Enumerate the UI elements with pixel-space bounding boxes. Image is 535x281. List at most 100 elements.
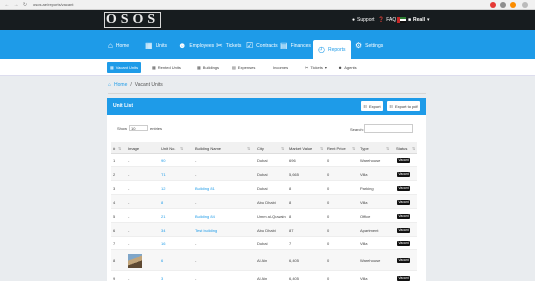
sort-icon[interactable]: ⇅ [247,146,250,151]
subnav-expenses[interactable]: ▤ Expenses [232,63,255,72]
cell-unit[interactable]: 12 [161,186,165,191]
support-icon: ● [352,17,356,23]
cell-image: - [128,213,130,219]
expense-icon: ▤ [232,65,236,70]
user-menu[interactable]: ■ Reall ▾ [397,15,430,25]
grid-icon: ▦ [152,65,156,70]
reload-icon[interactable]: ↻ [22,2,28,8]
cell-idx: 8 [113,258,116,263]
nav-units[interactable]: ▦ Units [145,36,167,55]
col-city[interactable]: City [257,146,264,151]
cell-image: - [128,241,130,246]
help-icon: ❓ [378,17,385,23]
cell-idx: 7 [113,241,116,246]
sort-icon[interactable]: ⇅ [412,146,415,151]
cell-market: 87 [289,227,294,233]
menu-icon[interactable] [522,2,528,8]
subnav-agents[interactable]: ☻ Agents [338,63,357,72]
subnav-buildings[interactable]: ▦ Buildings [197,63,219,72]
col-building[interactable]: Building Name [195,146,221,151]
agents-icon: ☻ [338,65,343,70]
nav-contracts[interactable]: ☑ Contracts [246,36,278,55]
col-image: Image [128,146,140,151]
home-icon: ⌂ [108,41,113,50]
search-input[interactable] [364,124,413,133]
sort-icon[interactable]: ⇅ [281,146,284,151]
cell-unit[interactable]: T1 [161,172,166,177]
cell-city: Abu Dhabi [257,227,276,233]
nav-reports[interactable]: ◴ Reports [313,40,351,59]
back-icon[interactable]: ← [4,2,10,8]
col-rent-price[interactable]: Rent Price [327,146,346,151]
cell-city: Umm al-Quwain [257,213,286,219]
cell-unit[interactable]: 8 [161,200,163,205]
cell-market: 6,405 [289,258,300,263]
avatar: ■ [408,17,412,23]
extension-icon[interactable] [490,2,496,8]
cell-building[interactable]: Building 81 [195,186,215,191]
col-status[interactable]: Status [396,146,407,151]
support-link[interactable]: ● Support [352,15,375,25]
cell-unit[interactable]: 16 [161,241,165,246]
unit-thumbnail-image[interactable] [128,254,142,268]
export-pdf-button[interactable]: ☷ Export to pdf [387,101,420,111]
col-unit-no[interactable]: Unit No. [161,146,175,151]
cell-unit[interactable]: 3 [161,276,163,281]
status-badge: Vacant [397,158,410,163]
sort-icon[interactable]: ⇅ [386,146,389,151]
extension-icon[interactable] [510,2,516,8]
cell-market: 7 [289,241,292,246]
cell-city: Dubai [257,158,268,163]
sort-icon[interactable]: ⇅ [118,146,121,151]
address-bar[interactable]: osos.ae/reports/vacant [33,2,73,7]
cell-building: - [195,241,197,246]
cell-building[interactable]: Test building [195,228,217,233]
home-icon[interactable]: ⌂ [108,82,111,88]
cell-image: - [128,158,130,163]
cell-unit[interactable]: 6 [161,258,163,263]
breadcrumb-home[interactable]: Home [114,82,127,88]
cell-market: 696 [289,158,296,163]
faq-link[interactable]: ❓ FAQ [378,15,396,25]
cell-type: Villa [360,199,368,205]
sort-icon[interactable]: ⇅ [352,146,355,151]
cell-image: - [128,171,130,177]
top-header [0,10,535,30]
cell-type: Apartment [360,227,379,233]
cell-building[interactable]: Building 84 [195,214,215,219]
nav-settings[interactable]: ⚙ Settings [355,36,383,55]
sort-icon[interactable]: ⇅ [320,146,323,151]
table-header [111,142,417,154]
forward-icon[interactable]: → [13,2,19,8]
logo[interactable]: OSOS [104,12,161,28]
subnav-vacant-units[interactable]: ▦ Vacant Units [107,62,142,73]
divider [108,93,426,94]
entries-select[interactable]: 10 [129,125,149,131]
pdf-icon: ☷ [389,103,393,109]
sort-icon[interactable]: ⇅ [180,146,183,151]
export-button[interactable]: ☷ Export [361,101,383,111]
col-index[interactable]: # [113,146,115,151]
subnav-tickets[interactable]: ✂ Tickets ▾ [305,63,327,72]
subnav-rented-units[interactable]: ▦ Rented Units [152,63,181,72]
col-market-value[interactable]: Market Value [289,146,312,151]
nav-finances[interactable]: ▤ Finances [280,36,311,55]
extension-icon[interactable] [500,2,506,8]
ticket-icon: ✂ [305,65,309,70]
cell-idx: 1 [113,158,116,163]
col-type[interactable]: Type [360,146,369,151]
grid-icon: ▦ [110,65,114,70]
subnav-incomes[interactable]: Incomes [273,63,288,72]
cell-rent: 0 [327,171,330,177]
nav-employees[interactable]: ☻ Employees [178,36,214,55]
cell-market: 8 [289,199,292,205]
cell-idx: 6 [113,227,116,233]
building-icon: ▦ [197,65,201,70]
nav-home[interactable]: ⌂ Home [108,36,129,55]
cell-unit[interactable]: 34 [161,228,165,233]
cell-image: - [128,199,130,205]
cell-unit[interactable]: 21 [161,214,165,219]
nav-tickets[interactable]: ✂ Tickets [216,36,241,55]
cell-unit[interactable]: 90 [161,158,165,163]
reports-icon: ◴ [318,45,325,54]
